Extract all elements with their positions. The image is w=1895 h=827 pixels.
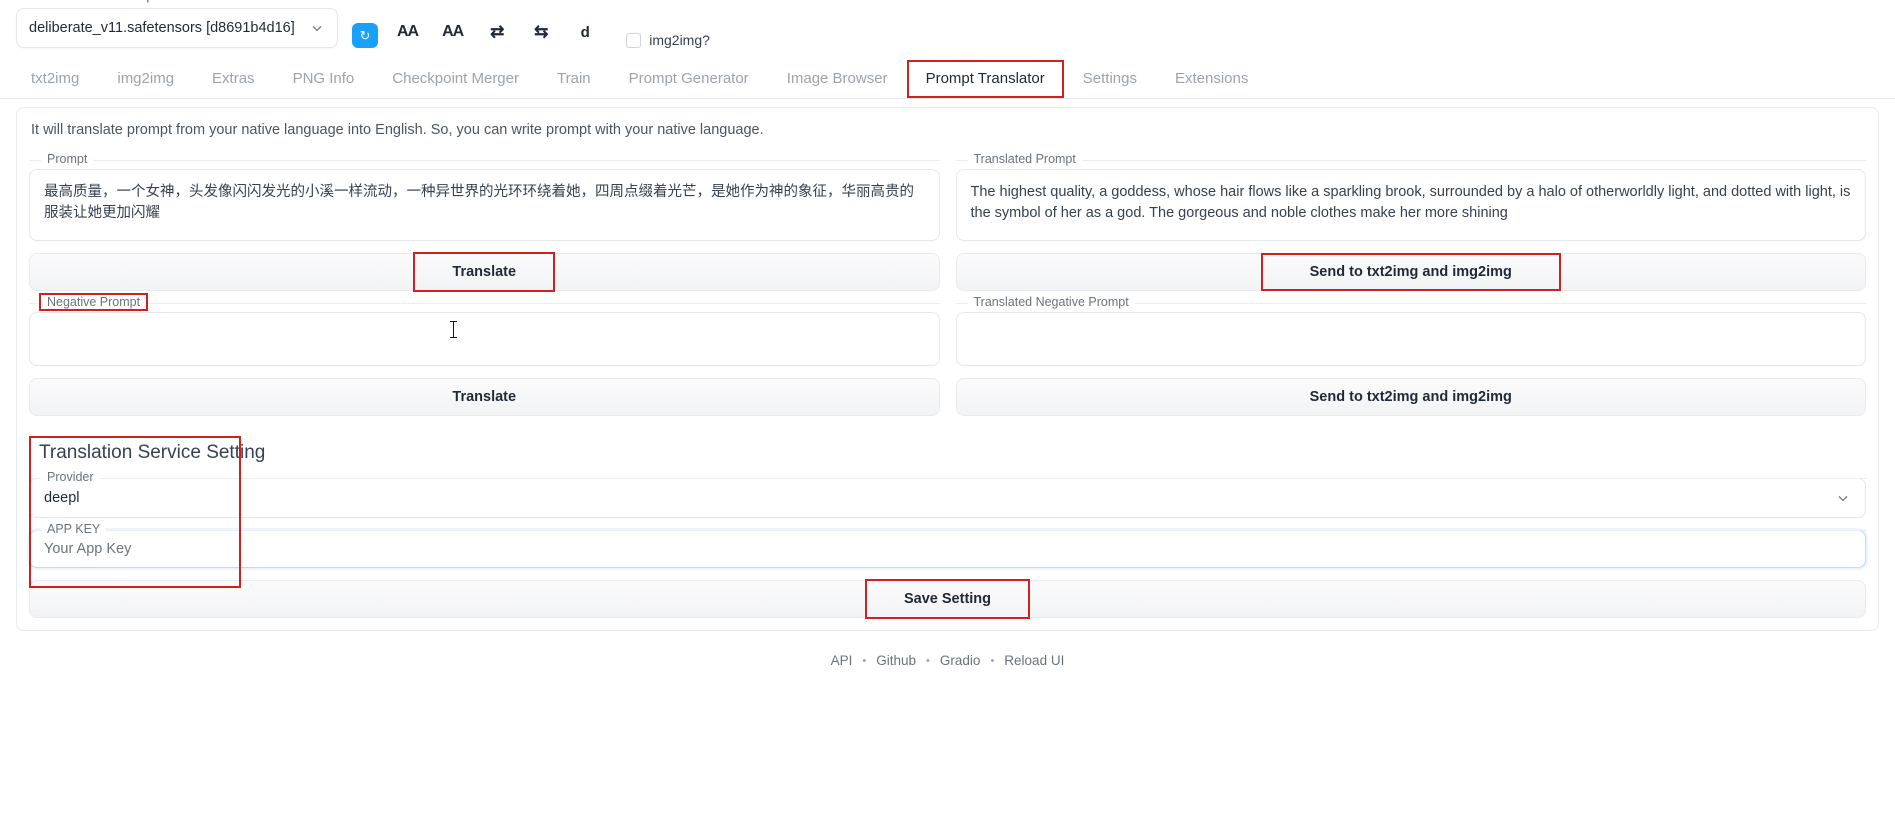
chevron-down-icon	[309, 20, 325, 36]
provider-field: Provider deepl	[29, 470, 1866, 518]
tab-prompt-generator[interactable]: Prompt Generator	[610, 60, 768, 98]
prompt-field: Prompt 最高质量，一个女神，头发像闪闪发光的小溪一样流动，一种异世界的光环…	[29, 152, 940, 241]
checkpoint-label: Stable Diffusion checkpoint	[19, 0, 178, 3]
provider-dropdown[interactable]: deepl	[29, 478, 1866, 518]
tab-img2img[interactable]: img2img	[98, 60, 193, 98]
d-icon: d	[580, 23, 590, 41]
text-cursor-icon	[450, 321, 457, 338]
checkpoint-value: deliberate_v11.safetensors [d8691b4d16]	[29, 20, 295, 36]
prompt-translator-panel: It will translate prompt from your nativ…	[16, 107, 1879, 631]
translated-prompt-output[interactable]: The highest quality, a goddess, whose ha…	[955, 169, 1866, 241]
translated-prompt-field: Translated Prompt The highest quality, a…	[955, 152, 1866, 241]
field-divider	[955, 160, 1866, 161]
negative-prompt-field: Negative Prompt	[29, 293, 940, 366]
footer: API • Github • Gradio • Reload UI	[0, 653, 1895, 668]
translated-negative-prompt-output[interactable]	[955, 312, 1866, 366]
footer-link-reload-ui[interactable]: Reload UI	[1004, 653, 1064, 668]
tab-train[interactable]: Train	[538, 60, 610, 98]
save-setting-row: Save Setting	[27, 579, 1868, 619]
refresh-icon-button[interactable]: ↻	[352, 23, 378, 48]
tab-image-browser[interactable]: Image Browser	[768, 60, 907, 98]
create-style-icon: AA	[442, 23, 464, 40]
tab-png-info[interactable]: PNG Info	[274, 60, 374, 98]
refresh-icon: ↻	[359, 27, 371, 43]
translate-button-bottom[interactable]: Translate	[29, 378, 940, 416]
img2img-checkbox[interactable]: img2img?	[626, 32, 710, 48]
tab-extras[interactable]: Extras	[193, 60, 274, 98]
tab-bar: txt2img img2img Extras PNG Info Checkpoi…	[0, 60, 1895, 99]
provider-value: deepl	[44, 490, 80, 506]
translate-button-top[interactable]: Translate	[29, 252, 940, 292]
settings-title: Translation Service Setting	[39, 442, 266, 463]
send-to-txt2img-button-top[interactable]: Send to txt2img and img2img	[955, 253, 1866, 291]
footer-link-github[interactable]: Github	[876, 653, 916, 668]
prompt-input[interactable]: 最高质量，一个女神，头发像闪闪发光的小溪一样流动，一种异世界的光环环绕着她，四周…	[29, 169, 940, 241]
field-divider	[29, 303, 940, 304]
footer-link-gradio[interactable]: Gradio	[940, 653, 981, 668]
translated-negative-prompt-label: Translated Negative Prompt	[967, 295, 1135, 309]
appkey-input[interactable]: Your App Key	[29, 530, 1866, 568]
field-divider	[29, 530, 1866, 531]
tab-prompt-translator[interactable]: Prompt Translator	[906, 60, 1064, 98]
provider-label: Provider	[41, 470, 100, 484]
transfer-arrows-button[interactable]: ⇆	[526, 16, 556, 48]
negative-prompt-input[interactable]	[29, 312, 940, 366]
footer-link-api[interactable]: API	[831, 653, 853, 668]
prompt-label: Prompt	[41, 152, 94, 166]
img2img-checkbox-label: img2img?	[649, 32, 710, 48]
swap-arrows-icon: ⇄	[490, 22, 505, 41]
translated-prompt-label: Translated Prompt	[967, 152, 1082, 166]
appkey-label: APP KEY	[41, 522, 107, 536]
translation-service-settings: Translation Service Setting Provider dee…	[27, 436, 1868, 588]
translated-negative-prompt-field: Translated Negative Prompt	[955, 295, 1866, 366]
prompt-grid: Prompt 最高质量，一个女神，头发像闪闪发光的小溪一样流动，一种异世界的光环…	[27, 148, 1868, 416]
create-style-button[interactable]: AA	[437, 16, 468, 48]
save-setting-button[interactable]: Save Setting	[29, 579, 1866, 619]
negative-prompt-label: Negative Prompt	[38, 293, 149, 311]
footer-separator: •	[862, 654, 867, 667]
checkbox-box-icon[interactable]	[626, 32, 642, 48]
send-to-txt2img-button-bottom[interactable]: Send to txt2img and img2img	[955, 378, 1866, 416]
apply-style-button[interactable]: AA	[392, 16, 423, 48]
panel-description: It will translate prompt from your nativ…	[31, 122, 764, 138]
tab-settings[interactable]: Settings	[1064, 60, 1156, 98]
apply-style-icon: AA	[397, 23, 419, 40]
tab-extensions[interactable]: Extensions	[1156, 60, 1267, 98]
appkey-field: APP KEY Your App Key	[29, 522, 1866, 568]
d-button[interactable]: d	[570, 16, 600, 48]
checkpoint-dropdown[interactable]: Stable Diffusion checkpoint deliberate_v…	[16, 0, 338, 48]
footer-separator: •	[926, 654, 930, 667]
field-divider	[29, 160, 940, 161]
transfer-arrows-icon: ⇆	[534, 22, 549, 41]
top-toolbar: Stable Diffusion checkpoint deliberate_v…	[0, 0, 1895, 54]
swap-arrows-button[interactable]: ⇄	[482, 16, 512, 48]
tab-checkpoint-merger[interactable]: Checkpoint Merger	[373, 60, 538, 98]
footer-separator: •	[990, 654, 995, 667]
chevron-down-icon	[1835, 490, 1851, 506]
field-divider	[29, 478, 1866, 479]
tab-txt2img[interactable]: txt2img	[12, 60, 98, 98]
